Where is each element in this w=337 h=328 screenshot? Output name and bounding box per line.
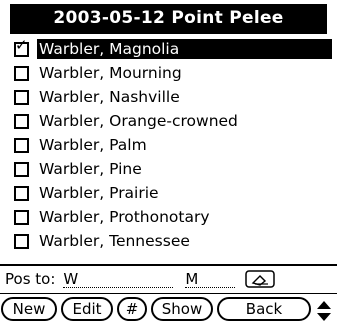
- edit-button[interactable]: Edit: [61, 297, 113, 321]
- title-bar: 2003-05-12 Point Pelee: [10, 4, 327, 32]
- list-item-label: Warbler, Prothonotary: [39, 208, 210, 226]
- list-item[interactable]: Warbler, Tennessee: [14, 229, 332, 253]
- list-item-label: Warbler, Nashville: [39, 88, 180, 106]
- toolbar-divider: [0, 293, 337, 294]
- hash-button[interactable]: #: [117, 297, 147, 321]
- list-item[interactable]: Warbler, Prothonotary: [14, 205, 332, 229]
- position-w-field[interactable]: W: [63, 271, 174, 288]
- list-item-label: Warbler, Mourning: [39, 64, 182, 82]
- title-divider: [10, 32, 327, 34]
- checkbox[interactable]: [14, 137, 29, 153]
- position-label: Pos to:: [5, 270, 56, 288]
- back-button[interactable]: Back: [217, 297, 311, 321]
- list-item[interactable]: Warbler, Orange-crowned: [14, 109, 332, 133]
- checkbox[interactable]: [14, 233, 29, 249]
- checkbox[interactable]: [14, 89, 29, 105]
- checkbox-checked[interactable]: ✓: [14, 37, 29, 57]
- list-item-label: Warbler, Tennessee: [39, 232, 190, 250]
- checkbox[interactable]: [14, 65, 29, 81]
- list-item[interactable]: Warbler, Nashville: [14, 85, 332, 109]
- list-item[interactable]: Warbler, Mourning: [14, 61, 332, 85]
- list-item-label: Warbler, Orange-crowned: [39, 112, 238, 130]
- checkbox[interactable]: [14, 209, 29, 225]
- checkbox[interactable]: [14, 113, 29, 129]
- list-divider: [0, 264, 337, 266]
- button-bar: New Edit # Show Back: [0, 297, 337, 323]
- position-m-field[interactable]: M: [185, 271, 236, 288]
- show-button[interactable]: Show: [151, 297, 213, 321]
- list-item[interactable]: Warbler, Prairie: [14, 181, 332, 205]
- list-item[interactable]: Warbler, Pine: [14, 157, 332, 181]
- scroll-up-down-icon[interactable]: [315, 298, 333, 324]
- list-item-label: Warbler, Palm: [39, 136, 147, 154]
- list-item[interactable]: Warbler, Palm: [14, 133, 332, 157]
- new-button[interactable]: New: [1, 297, 57, 321]
- checkbox[interactable]: [14, 185, 29, 201]
- page-title: 2003-05-12 Point Pelee: [53, 8, 284, 28]
- eraser-icon[interactable]: [245, 270, 276, 288]
- list-item[interactable]: ✓ Warbler, Magnolia: [14, 37, 332, 61]
- checkbox[interactable]: [14, 161, 29, 177]
- list-item-label: Warbler, Magnolia: [37, 39, 332, 59]
- list-item-label: Warbler, Prairie: [39, 184, 159, 202]
- position-bar: Pos to: W M: [5, 267, 333, 291]
- list-item-label: Warbler, Pine: [39, 160, 142, 178]
